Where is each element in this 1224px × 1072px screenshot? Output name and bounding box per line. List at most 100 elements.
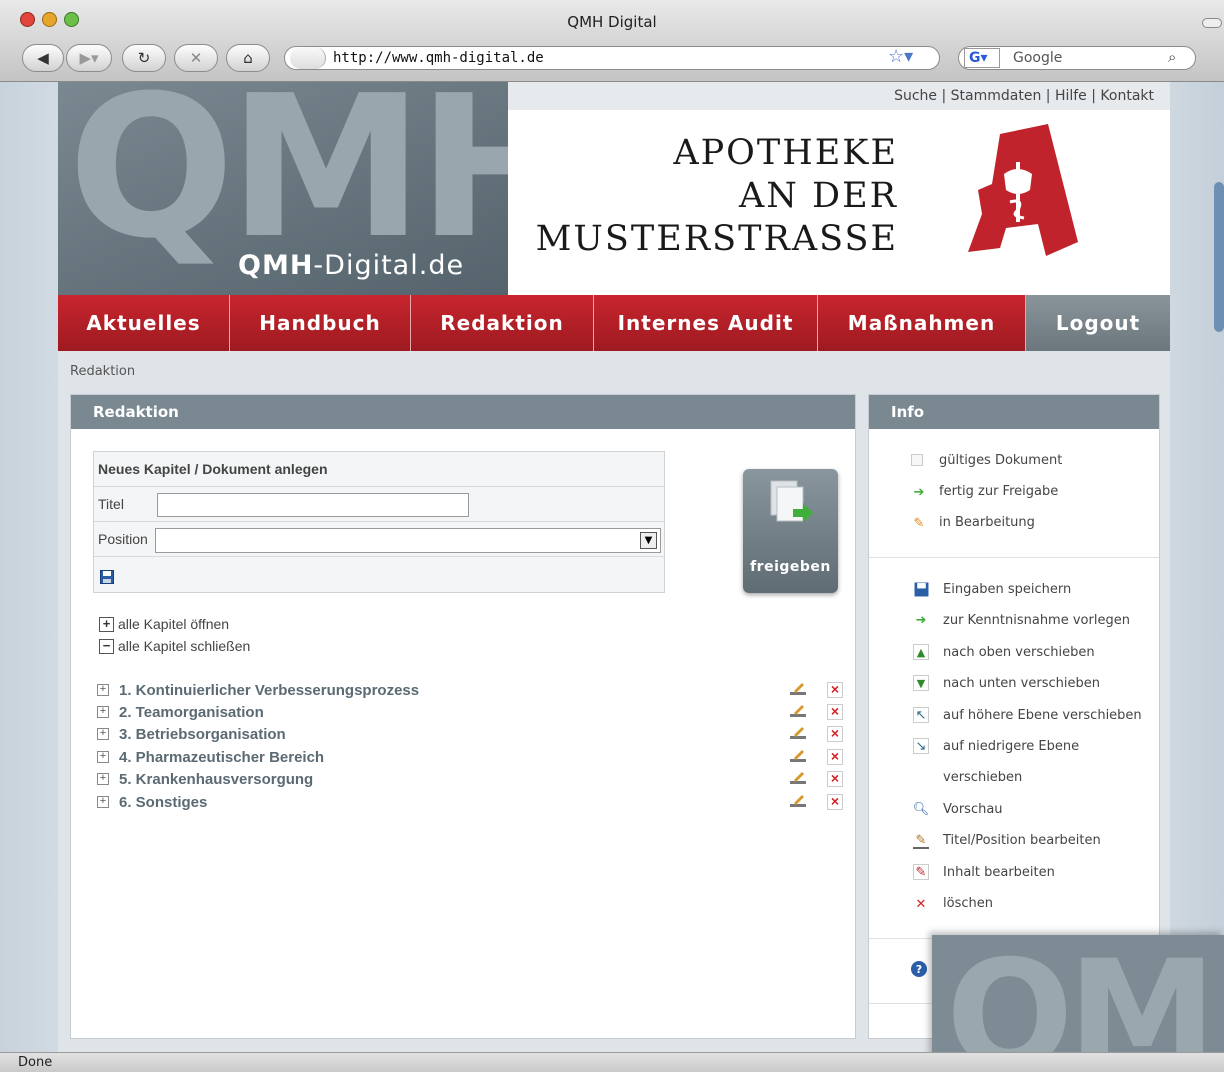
pharmacy-name-line1: APOTHEKE (673, 133, 898, 173)
chapter-row[interactable]: +2. Teamorganisation × (97, 701, 843, 723)
home-button[interactable]: ⌂ (226, 44, 270, 72)
delete-icon[interactable]: × (827, 771, 843, 787)
release-button[interactable]: freigeben (743, 469, 838, 593)
logo-text: QMH-Digital.de (238, 250, 464, 281)
expand-icon[interactable]: + (97, 706, 109, 718)
open-all-chapters[interactable]: + alle Kapitel öffnen (99, 616, 229, 632)
expand-icon[interactable]: + (97, 773, 109, 785)
release-document-icon (770, 480, 813, 523)
chapter-row[interactable]: +4. Pharmazeutischer Bereich × (97, 746, 843, 768)
stop-button[interactable]: ✕ (174, 44, 218, 72)
legend-preview: Vorschau (943, 802, 1003, 817)
nav-redaktion[interactable]: Redaktion (411, 295, 594, 351)
move-down-icon: ▼ (913, 675, 929, 691)
logo-text-rest: -Digital.de (313, 250, 465, 281)
chapter-row[interactable]: +5. Krankenhausversorgung × (97, 768, 843, 790)
expand-icon[interactable]: + (97, 684, 109, 696)
edit-title-icon[interactable] (789, 703, 807, 719)
legend-level-up: auf höhere Ebene verschieben (943, 708, 1142, 723)
pharmacy-name-line2: AN DER (739, 176, 898, 216)
address-bar[interactable]: http://www.qmh-digital.de (284, 46, 940, 70)
chapter-row[interactable]: +6. Sonstiges × (97, 791, 843, 813)
delete-icon[interactable]: × (827, 726, 843, 742)
chapter-title[interactable]: 2. Teamorganisation (119, 704, 264, 721)
window-title: QMH Digital (567, 13, 657, 31)
expand-icon[interactable]: + (97, 796, 109, 808)
top-links[interactable]: Suche | Stammdaten | Hilfe | Kontakt (508, 82, 1170, 110)
chapter-title[interactable]: 4. Pharmazeutischer Bereich (119, 749, 324, 766)
forward-button[interactable]: ▶▾ (66, 44, 112, 72)
legend-save: Eingaben speichern (943, 582, 1072, 597)
chapter-row[interactable]: +3. Betriebsorganisation × (97, 723, 843, 745)
delete-icon[interactable]: × (827, 704, 843, 720)
legend-ready: fertig zur Freigabe (939, 484, 1059, 499)
magnifier-icon[interactable]: ⌕ (1168, 48, 1176, 66)
nav-logout[interactable]: Logout (1026, 295, 1170, 351)
edit-content-icon: ✎ (913, 864, 929, 880)
title-input[interactable] (157, 493, 469, 517)
site-identity-icon[interactable] (290, 47, 326, 69)
google-engine-icon[interactable]: G▾ (964, 48, 1000, 68)
delete-icon[interactable]: × (827, 682, 843, 698)
expand-icon[interactable]: + (97, 751, 109, 763)
new-chapter-form: Neues Kapitel / Dokument anlegen Titel P… (93, 451, 665, 593)
help-icon[interactable]: ? (911, 961, 927, 977)
main-nav: Aktuelles Handbuch Redaktion Internes Au… (58, 295, 1170, 351)
info-panel-title: Info (869, 395, 1159, 429)
save-icon[interactable] (100, 570, 114, 584)
browser-toolbar: QMH Digital ◀ ▶▾ ↻ ✕ ⌂ http://www.qmh-di… (0, 0, 1224, 82)
dropdown-arrow-icon[interactable]: ▼ (640, 532, 657, 549)
chapter-title[interactable]: 1. Kontinuierlicher Verbesserungsprozess (119, 682, 419, 699)
chapter-title[interactable]: 3. Betriebsorganisation (119, 726, 286, 743)
preview-icon: 🔍︎ (912, 801, 930, 817)
info-divider (869, 557, 1159, 558)
home-icon: ⌂ (243, 49, 253, 67)
edit-title-icon[interactable] (789, 681, 807, 697)
breadcrumb[interactable]: Redaktion (70, 364, 135, 379)
toolbar-toggle-button[interactable] (1202, 18, 1222, 28)
delete-icon[interactable]: × (827, 749, 843, 765)
stop-icon: ✕ (189, 49, 203, 67)
nav-massnahmen[interactable]: Maßnahmen (818, 295, 1026, 351)
chapter-title[interactable]: 5. Krankenhausversorgung (119, 771, 313, 788)
reload-icon: ↻ (137, 49, 151, 67)
in-progress-icon: ✎ (913, 515, 925, 531)
reload-button[interactable]: ↻ (122, 44, 166, 72)
site-logo[interactable]: QMH QMH-Digital.de (58, 82, 508, 295)
page-scrollbar[interactable] (1214, 182, 1224, 332)
plus-box-icon: + (99, 616, 114, 632)
delete-icon[interactable]: × (827, 794, 843, 810)
chapter-title[interactable]: 6. Sonstiges (119, 794, 207, 811)
edit-title-icon[interactable] (789, 770, 807, 786)
legend-delete: löschen (943, 896, 993, 911)
edit-title-icon[interactable] (789, 748, 807, 764)
pharmacy-banner: APOTHEKE AN DER MUSTERSTRASSE (508, 110, 1170, 295)
edit-title-icon[interactable] (789, 725, 807, 741)
back-button[interactable]: ◀ (22, 44, 64, 72)
form-heading: Neues Kapitel / Dokument anlegen (94, 452, 664, 487)
nav-handbuch[interactable]: Handbuch (230, 295, 411, 351)
forward-arrow-icon: ▶▾ (79, 49, 99, 67)
close-all-label: alle Kapitel schließen (118, 638, 251, 654)
release-button-label: freigeben (750, 559, 831, 575)
move-up-icon: ▲ (913, 644, 929, 660)
logo-text-bold: QMH (238, 250, 314, 281)
level-down-icon: ↘ (913, 738, 929, 754)
chapter-row[interactable]: +1. Kontinuierlicher Verbesserungsprozes… (97, 679, 843, 701)
site-container: QMH QMH-Digital.de Suche | Stammdaten | … (58, 82, 1170, 1052)
status-bar: Done (0, 1052, 1224, 1072)
close-all-chapters[interactable]: − alle Kapitel schließen (99, 638, 250, 654)
expand-icon[interactable]: + (97, 728, 109, 740)
ready-release-icon: ➔ (913, 484, 925, 500)
redaktion-panel: Redaktion Neues Kapitel / Dokument anleg… (70, 394, 856, 1039)
nav-internes-audit[interactable]: Internes Audit (594, 295, 818, 351)
save-icon (913, 581, 929, 597)
legend-level-down-cont: verschieben (943, 770, 1023, 785)
edit-title-icon[interactable] (789, 793, 807, 809)
edit-title-icon: ✎ (913, 833, 929, 849)
nav-aktuelles[interactable]: Aktuelles (58, 295, 230, 351)
legend-acknowledge: zur Kenntnisnahme vorlegen (943, 613, 1130, 628)
position-select[interactable]: ▼ (155, 528, 661, 553)
bookmark-star-icon[interactable]: ☆▾ (888, 46, 913, 67)
submit-acknowledge-icon: ➜ (915, 612, 927, 628)
